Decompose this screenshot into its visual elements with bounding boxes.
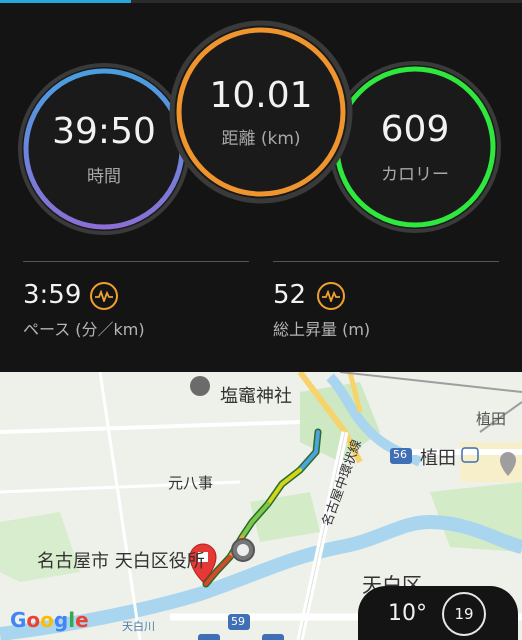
time-value: 39:50 (52, 110, 156, 152)
route-shield-56: 56 (393, 448, 407, 461)
distance-value: 10.01 (209, 74, 313, 116)
weather-widget[interactable]: 10° 19 (358, 586, 518, 640)
pace-label: ペース (分／km) (23, 320, 145, 339)
time-circle[interactable]: 39:50 時間 (15, 60, 193, 238)
weather-badge: 19 (442, 592, 486, 636)
distance-label: 距離 (km) (221, 128, 301, 149)
time-label: 時間 (87, 166, 121, 187)
map-label-shrine: 塩竈神社 (220, 386, 292, 407)
route-shield-59: 59 (231, 615, 245, 628)
divider-left (23, 261, 249, 262)
calories-value: 609 (380, 108, 450, 150)
weather-temperature: 10° (388, 600, 427, 626)
pace-pulse-icon[interactable] (90, 282, 118, 310)
elevation-value: 52 (273, 280, 307, 310)
divider-right (273, 261, 499, 262)
map-label-motohachiji: 元八事 (168, 474, 214, 492)
pace-value: 3:59 (23, 280, 82, 310)
map-label-ward-office: 名古屋市 天白区役所 (37, 551, 205, 572)
summary-panel: 39:50 時間 609 カロリー 10.01 距離 (km) 3:59 ペース… (0, 3, 522, 372)
google-logo: Google (10, 608, 89, 632)
map-label-ueda-jp: 植田 (476, 410, 507, 428)
map-label-ueda-station: 植田 (420, 448, 456, 469)
map-label-river: 天白川 (122, 620, 155, 633)
elevation-pulse-icon[interactable] (317, 282, 345, 310)
elevation-label: 総上昇量 (m) (273, 320, 371, 339)
calories-label: カロリー (381, 164, 449, 185)
distance-circle[interactable]: 10.01 距離 (km) (169, 20, 353, 204)
